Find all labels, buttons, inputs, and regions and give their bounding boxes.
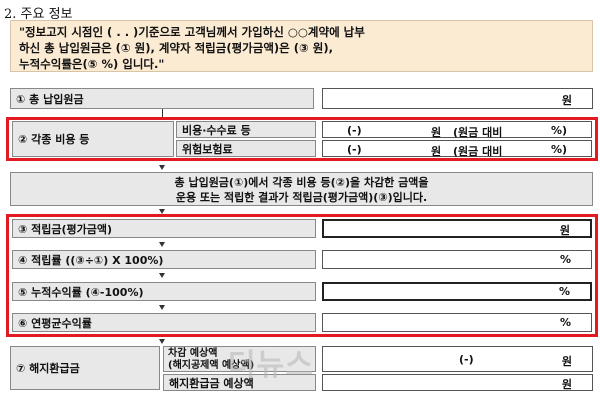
notice-line-3: 누적수익률은(⑤ %) 입니다." <box>19 57 165 71</box>
annual-return-value: % <box>322 313 592 332</box>
explanation-box: 총 납입원금(①)에서 각종 비용 등(②)을 차감한 금액을 운용 또는 적립… <box>10 172 593 206</box>
notice-line-1: "정보고지 시점인 ( . . )기준으로 고객님께서 가입하신 ○○계약에 납… <box>19 25 365 39</box>
surrender-estimate-value: 원 <box>322 374 593 391</box>
explanation-line-1: 총 납입원금(①)에서 각종 비용 등(②)을 차감한 금액을 <box>174 176 429 189</box>
reserve-rate-label: ④ 적립률 ((③÷①) X 100%) <box>12 250 316 269</box>
arrow-down-icon <box>159 339 165 344</box>
surrender-deduction-value: (-) 원 <box>322 346 593 372</box>
fees-item-2-label: 위험보험료 <box>176 140 316 157</box>
explanation-line-2: 운용 또는 적립한 결과가 적립금(평가금액)(③)입니다. <box>175 191 428 204</box>
arrow-down-icon <box>159 165 165 170</box>
cumulative-return-value: % <box>322 282 592 301</box>
arrow-down-icon <box>159 305 165 310</box>
arrow-down-icon <box>159 273 165 278</box>
fees-item-1-value: (-) 원 (원금 대비 %) <box>322 121 592 139</box>
total-principal-unit: 원 <box>561 94 572 107</box>
reserve-rate-value: % <box>322 250 592 269</box>
reserve-label: ③ 적립금(평가금액) <box>12 219 316 238</box>
fees-label: ② 각종 비용 등 <box>12 121 174 157</box>
reserve-value: 원 <box>322 219 592 238</box>
fees-item-1-label: 비용·수수료 등 <box>176 121 316 138</box>
notice-box: "정보고지 시점인 ( . . )기준으로 고객님께서 가입하신 ○○계약에 납… <box>10 20 593 72</box>
arrow-down-icon <box>159 242 165 247</box>
surrender-label: ⑦ 해지환급금 <box>10 346 160 390</box>
cumulative-return-label: ⑤ 누적수익률 (④-100%) <box>12 282 316 301</box>
total-principal-label: ① 총 납입원금 <box>10 88 314 109</box>
total-principal-value: 원 <box>322 88 593 109</box>
notice-line-2: 하신 총 납입원금은 (① 원), 계약자 적립금(평가금액)은 (③ 원), <box>19 41 333 55</box>
fees-item-2-value: (-) 원 (원금 대비 %) <box>322 140 592 158</box>
watermark-logo: 더뉴스 <box>228 348 314 383</box>
annual-return-label: ⑥ 연평균수익률 <box>12 313 316 332</box>
connector-line <box>162 109 163 117</box>
